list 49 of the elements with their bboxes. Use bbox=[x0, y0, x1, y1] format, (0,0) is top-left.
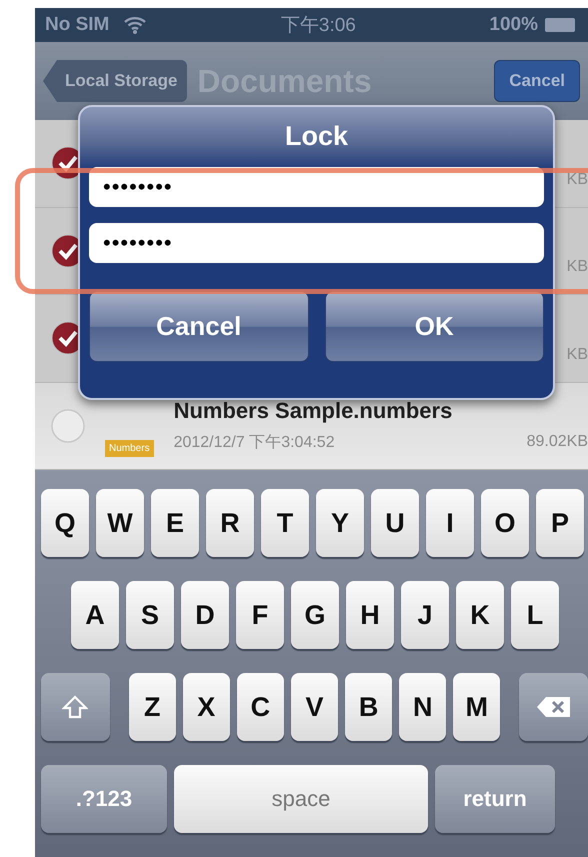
dialog-title: Lock bbox=[284, 121, 348, 153]
checkbox-icon[interactable] bbox=[51, 408, 85, 443]
dialog-cancel-button[interactable]: Cancel bbox=[89, 291, 308, 362]
key[interactable]: R bbox=[206, 489, 254, 557]
key[interactable]: L bbox=[511, 581, 559, 649]
key[interactable]: A bbox=[71, 581, 119, 649]
key[interactable]: W bbox=[96, 489, 144, 557]
key[interactable]: C bbox=[236, 673, 284, 741]
key[interactable]: U bbox=[371, 489, 419, 557]
file-size: KB bbox=[566, 170, 588, 188]
key[interactable]: S bbox=[126, 581, 174, 649]
key[interactable]: Q bbox=[41, 489, 89, 557]
wifi-icon bbox=[123, 16, 148, 34]
key[interactable]: T bbox=[261, 489, 309, 557]
key[interactable]: M bbox=[453, 673, 500, 741]
shift-key[interactable] bbox=[41, 673, 110, 741]
key[interactable]: J bbox=[401, 581, 449, 649]
file-size: KB bbox=[566, 258, 588, 276]
key[interactable]: V bbox=[290, 673, 338, 741]
key[interactable]: D bbox=[181, 581, 229, 649]
key[interactable]: Y bbox=[316, 489, 364, 557]
clock-label: 下午3:06 bbox=[280, 14, 356, 38]
key[interactable]: Z bbox=[128, 673, 176, 741]
ok-button[interactable]: OK bbox=[324, 291, 544, 362]
key[interactable]: B bbox=[345, 673, 392, 741]
file-size: KB bbox=[566, 346, 588, 364]
key[interactable]: X bbox=[182, 673, 230, 741]
key[interactable]: F bbox=[236, 581, 284, 649]
file-type-tag: Numbers bbox=[105, 440, 154, 457]
battery-icon bbox=[544, 17, 578, 33]
file-name: Numbers Sample.numbers bbox=[174, 398, 452, 424]
key[interactable]: P bbox=[536, 489, 584, 557]
space-key[interactable]: space bbox=[174, 765, 428, 833]
file-date: 2012/12/7 下午3:04:52 bbox=[174, 433, 335, 454]
cancel-button[interactable]: Cancel bbox=[494, 60, 580, 102]
backspace-icon bbox=[536, 695, 572, 719]
file-size: 89.02KB bbox=[526, 433, 588, 451]
password-field[interactable]: •••••••• bbox=[89, 223, 544, 263]
key[interactable]: I bbox=[426, 489, 474, 557]
key[interactable]: O bbox=[481, 489, 529, 557]
carrier-label: No SIM bbox=[45, 14, 110, 36]
battery-label: 100% bbox=[489, 14, 538, 36]
shift-arrow-icon bbox=[62, 695, 88, 719]
key[interactable]: E bbox=[151, 489, 199, 557]
delete-key[interactable] bbox=[519, 673, 588, 741]
key[interactable]: N bbox=[399, 673, 446, 741]
key[interactable]: G bbox=[291, 581, 339, 649]
key[interactable]: H bbox=[346, 581, 394, 649]
key[interactable]: K bbox=[456, 581, 504, 649]
